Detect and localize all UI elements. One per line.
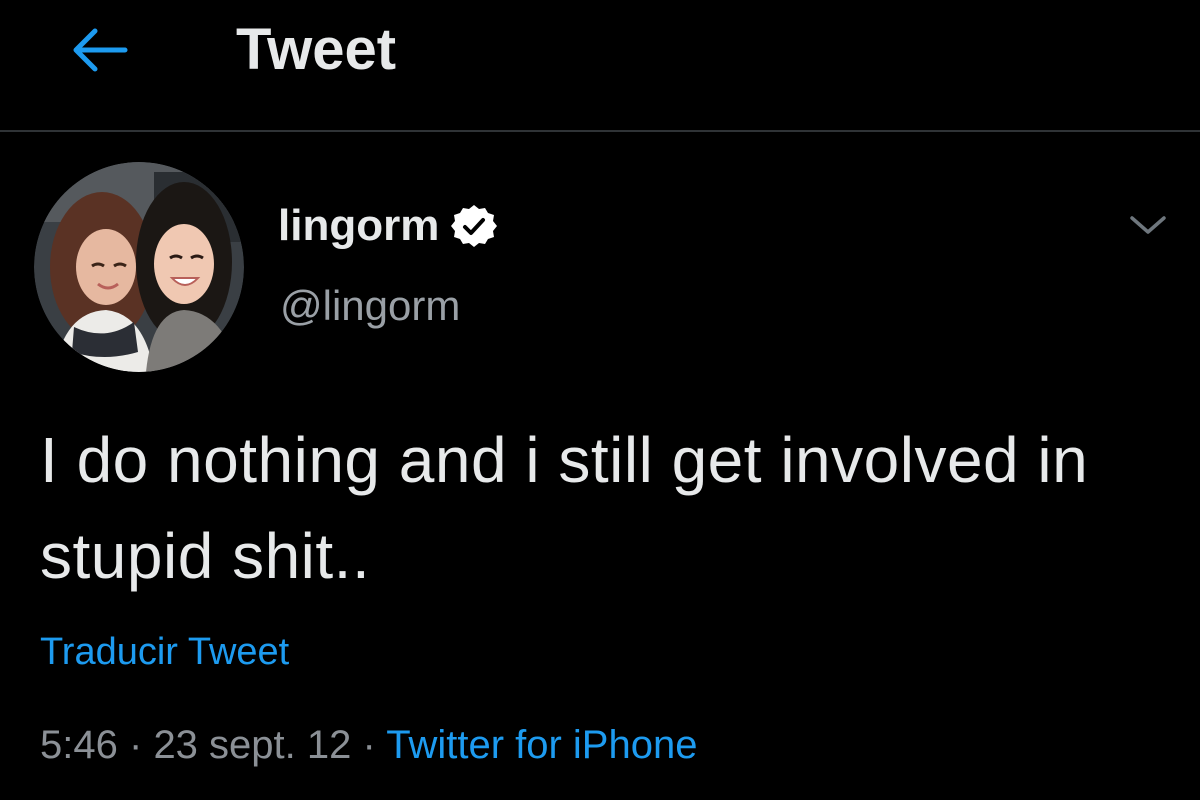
more-options-button[interactable]: [1120, 200, 1176, 250]
tweet-time: 5:46: [40, 723, 118, 767]
translate-tweet-link[interactable]: Traducir Tweet: [40, 628, 289, 676]
meta-separator: ·: [128, 723, 143, 767]
verified-badge-icon: [451, 205, 498, 247]
avatar[interactable]: [34, 162, 244, 372]
tweet-date: 23 sept. 12: [153, 723, 352, 767]
tweet-screen: Tweet lingorm @lingorm I do nothing and …: [0, 0, 1200, 800]
tweet-text: I do nothing and i still get involved in…: [40, 424, 1089, 592]
author-handle[interactable]: @lingorm: [280, 280, 460, 332]
display-name-text: lingorm: [278, 201, 440, 250]
tweet-source-link[interactable]: Twitter for iPhone: [386, 723, 697, 767]
profile-photo: [34, 162, 244, 372]
author-display-name[interactable]: lingorm: [278, 198, 498, 254]
tweet-metadata: 5:46 · 23 sept. 12 · Twitter for iPhone: [40, 718, 697, 772]
top-bar: Tweet: [0, 0, 1200, 132]
meta-separator: ·: [362, 723, 376, 767]
arrow-left-icon: [73, 28, 128, 72]
chevron-down-icon: [1130, 216, 1166, 234]
back-button[interactable]: [64, 22, 134, 78]
page-title: Tweet: [236, 17, 397, 82]
